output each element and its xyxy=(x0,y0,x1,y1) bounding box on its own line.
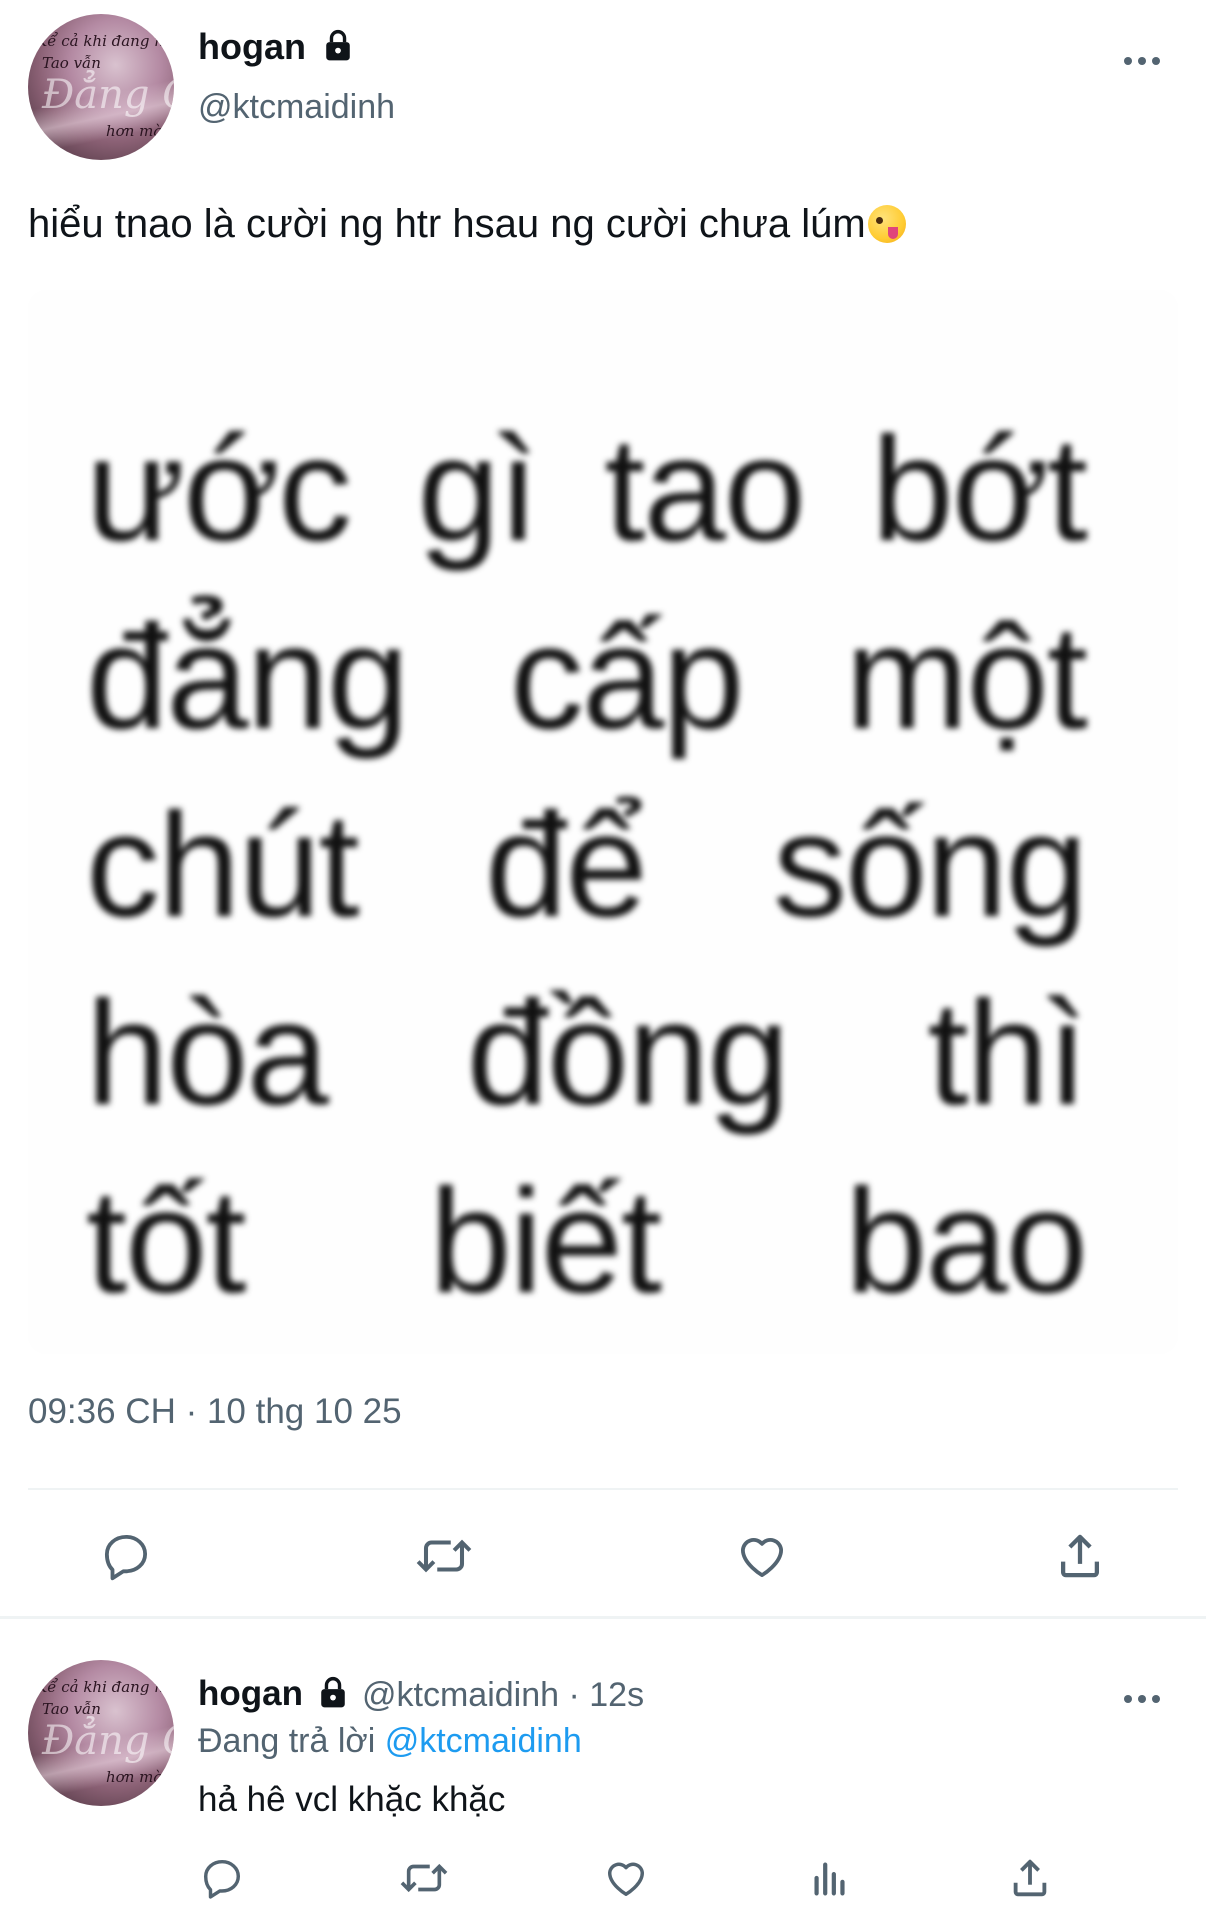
like-icon xyxy=(740,1538,784,1578)
display-name-text: hogan xyxy=(198,1674,303,1713)
tweet-image[interactable]: ước gì tao bớt đẳng cấp một chút để sống… xyxy=(28,290,1178,1354)
image-word: cấp xyxy=(509,595,745,760)
image-word: tao xyxy=(604,407,806,572)
avatar-text: Kể cả khi đang ngủ xyxy=(36,1678,174,1696)
image-word: hòa xyxy=(86,971,329,1136)
reply-time: · 12s xyxy=(568,1676,645,1714)
image-word: để xyxy=(485,783,648,948)
image-text-line: ước gì tao bớt xyxy=(86,400,1088,580)
reply-handle-text: @ktcmaidinh xyxy=(362,1676,560,1714)
image-word: ước xyxy=(86,407,352,572)
avatar-text: Đẳng Cấp xyxy=(42,72,174,118)
more-icon[interactable] xyxy=(1124,1694,1160,1704)
reply-display-name[interactable]: hogan xyxy=(198,1674,349,1714)
reply-text: hả hê vcl khặc khặc xyxy=(198,1780,506,1819)
avatar-text: hơn mày xyxy=(106,122,171,140)
retweet-icon xyxy=(400,1863,448,1893)
display-name[interactable]: hogan xyxy=(198,26,354,68)
more-icon[interactable] xyxy=(1124,56,1160,66)
retweet-icon xyxy=(416,1539,472,1573)
avatar-text: hơn mày xyxy=(106,1768,171,1786)
reply-avatar[interactable]: Kể cả khi đang ngủ Tao vẫn Đẳng Cấp hơn … xyxy=(28,1660,174,1806)
share-button[interactable] xyxy=(1050,1526,1110,1586)
retweet-button[interactable] xyxy=(412,1526,476,1586)
reply-button[interactable] xyxy=(196,1852,248,1904)
image-text-line: chút để sống xyxy=(86,776,1088,956)
avatar-text: Tao vẫn xyxy=(42,1700,101,1718)
image-word: thì xyxy=(927,971,1088,1136)
reply-handle[interactable]: @ktcmaidinh · 12s xyxy=(362,1676,644,1715)
image-word: đồng xyxy=(466,971,790,1136)
divider xyxy=(28,1488,1178,1490)
image-word: sống xyxy=(773,783,1088,948)
image-word: tốt xyxy=(86,1159,247,1324)
tweet-text: hiểu tnao là cười ng htr hsau ng cười ch… xyxy=(28,202,906,247)
section-divider xyxy=(0,1616,1206,1619)
tweet-text-content: hiểu tnao là cười ng htr hsau ng cười ch… xyxy=(28,202,866,246)
image-word: bao xyxy=(845,1159,1088,1324)
image-word: biết xyxy=(429,1159,663,1324)
avatar[interactable]: Kể cả khi đang ngủ Tao vẫn Đẳng Cấp hơn … xyxy=(28,14,174,160)
image-word: một xyxy=(845,595,1088,760)
image-word: bớt xyxy=(871,407,1088,572)
like-button[interactable] xyxy=(600,1852,652,1904)
replying-to-link[interactable]: @ktcmaidinh xyxy=(385,1722,582,1760)
replying-to: Đang trả lời @ktcmaidinh xyxy=(198,1722,582,1761)
share-icon xyxy=(1060,1534,1100,1578)
share-button[interactable] xyxy=(1004,1852,1056,1904)
image-word: chút xyxy=(86,783,360,948)
reply-icon xyxy=(104,1534,148,1581)
share-icon xyxy=(1013,1859,1047,1897)
tweet-timestamp[interactable]: 09:36 CH · 10 thg 10 25 xyxy=(28,1392,402,1432)
lock-icon xyxy=(320,1676,345,1708)
handle[interactable]: @ktcmaidinh xyxy=(198,88,395,127)
image-text-line: hòa đồng thì xyxy=(86,964,1088,1144)
analytics-icon xyxy=(814,1862,845,1896)
image-word: gì xyxy=(417,407,539,572)
replying-to-label: Đang trả lời xyxy=(198,1722,376,1760)
main-tweet: Kể cả khi đang ngủ Tao vẫn Đẳng Cấp hơn … xyxy=(0,0,1206,1618)
image-word: đẳng xyxy=(86,595,409,760)
avatar-text: Tao vẫn xyxy=(42,54,101,72)
display-name-text: hogan xyxy=(198,26,306,67)
image-text-line: đẳng cấp một xyxy=(86,588,1088,768)
avatar-text: Kể cả khi đang ngủ xyxy=(36,32,174,50)
winking-tongue-emoji-icon xyxy=(867,205,906,243)
analytics-button[interactable] xyxy=(804,1852,856,1904)
reply-button[interactable] xyxy=(96,1526,156,1586)
like-icon xyxy=(607,1862,645,1897)
retweet-button[interactable] xyxy=(396,1852,452,1904)
avatar-text: Đẳng Cấp xyxy=(42,1718,174,1764)
like-button[interactable] xyxy=(732,1526,792,1586)
reply-icon xyxy=(203,1859,241,1899)
image-text-line: tốt biết bao xyxy=(86,1152,1088,1332)
lock-icon xyxy=(326,30,350,61)
